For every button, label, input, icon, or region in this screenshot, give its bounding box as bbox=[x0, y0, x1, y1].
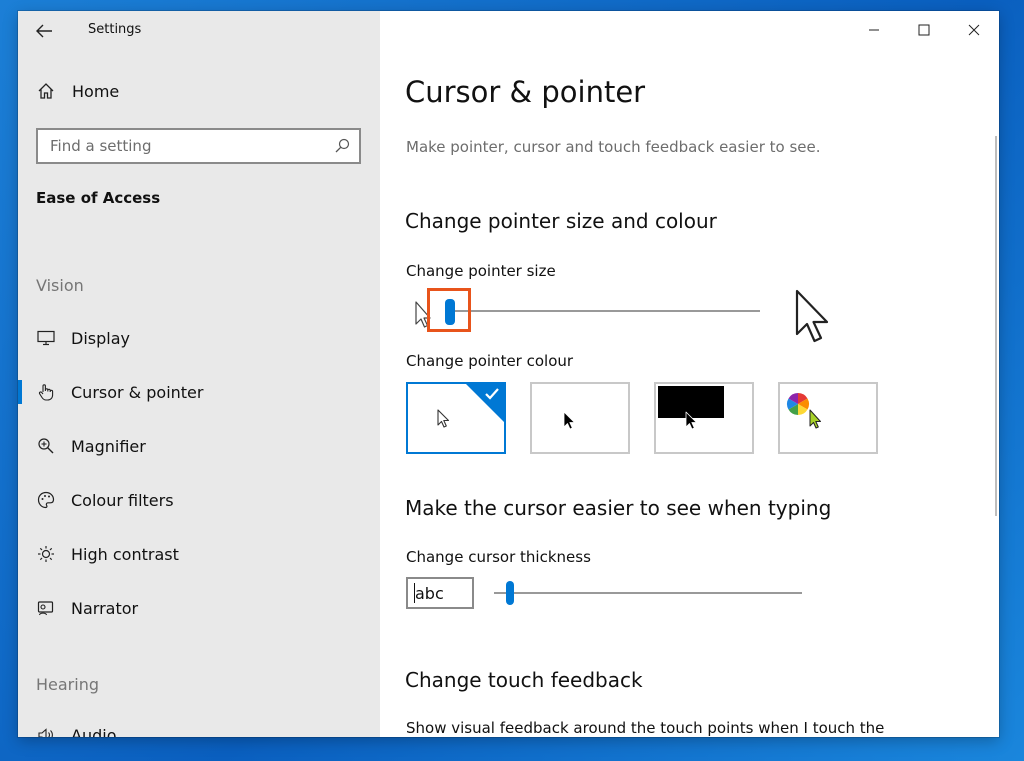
pointer-size-track[interactable] bbox=[452, 310, 760, 312]
sidebar-item-label: Cursor & pointer bbox=[71, 382, 204, 402]
pointer-colour-white[interactable] bbox=[406, 382, 506, 454]
hand-pointer-icon bbox=[36, 383, 56, 401]
touch-feedback-description: Show visual feedback around the touch po… bbox=[406, 719, 885, 737]
magnifier-icon bbox=[36, 437, 56, 455]
black-pointer-icon bbox=[563, 411, 575, 430]
sidebar-item-colour-filters[interactable]: Colour filters bbox=[18, 479, 380, 521]
maximize-button[interactable] bbox=[899, 11, 949, 49]
touch-section-heading: Change touch feedback bbox=[405, 668, 643, 692]
maximize-icon bbox=[918, 24, 930, 36]
home-label: Home bbox=[72, 81, 120, 101]
search-input[interactable] bbox=[38, 130, 325, 162]
sidebar-item-label: High contrast bbox=[71, 544, 179, 564]
sidebar-item-display[interactable]: Display bbox=[18, 317, 380, 359]
colour-wheel-icon bbox=[787, 393, 809, 415]
group-label-hearing: Hearing bbox=[36, 675, 99, 694]
sidebar-item-audio[interactable]: Audio bbox=[18, 714, 380, 737]
window-controls bbox=[849, 11, 999, 49]
cursor-preview-text: abc bbox=[415, 583, 444, 603]
app-title: Settings bbox=[88, 22, 142, 37]
pointer-colour-black[interactable] bbox=[530, 382, 630, 454]
cursor-section-heading: Make the cursor easier to see when typin… bbox=[405, 496, 832, 520]
pointer-size-thumb[interactable] bbox=[445, 299, 455, 325]
large-pointer-icon bbox=[795, 289, 829, 343]
sidebar-item-narrator[interactable]: Narrator bbox=[18, 587, 380, 629]
sidebar-item-label: Audio bbox=[71, 725, 117, 738]
group-label-vision: Vision bbox=[36, 276, 84, 295]
narrator-icon bbox=[36, 599, 56, 617]
main-content: Cursor & pointer Make pointer, cursor an… bbox=[380, 11, 999, 737]
cursor-thickness-thumb[interactable] bbox=[506, 581, 514, 605]
scrollbar[interactable] bbox=[995, 136, 997, 516]
cursor-thickness-track[interactable] bbox=[494, 592, 802, 594]
search-icon bbox=[335, 138, 350, 153]
cursor-thickness-label: Change cursor thickness bbox=[406, 548, 591, 566]
cursor-thickness-preview: abc bbox=[406, 577, 474, 609]
sidebar-item-high-contrast[interactable]: High contrast bbox=[18, 533, 380, 575]
monitor-icon bbox=[36, 330, 56, 346]
sidebar-item-cursor-pointer[interactable]: Cursor & pointer bbox=[18, 371, 380, 413]
custom-pointer-icon bbox=[809, 409, 821, 429]
pointer-colour-custom[interactable] bbox=[778, 382, 878, 454]
close-icon bbox=[968, 24, 980, 36]
pointer-section-heading: Change pointer size and colour bbox=[405, 209, 717, 233]
sidebar-item-label: Display bbox=[71, 328, 130, 348]
palette-icon bbox=[36, 491, 56, 509]
minimize-icon bbox=[869, 29, 879, 31]
pointer-size-label: Change pointer size bbox=[406, 262, 556, 280]
sidebar: Settings Home Ease of Access Vision Di bbox=[18, 11, 380, 737]
inverted-pointer-icon bbox=[685, 411, 697, 430]
section-title: Ease of Access bbox=[36, 189, 161, 207]
close-button[interactable] bbox=[949, 11, 999, 49]
page-description: Make pointer, cursor and touch feedback … bbox=[406, 138, 821, 156]
search-button[interactable] bbox=[325, 137, 359, 155]
settings-window: Settings Home Ease of Access Vision Di bbox=[18, 11, 999, 737]
home-icon bbox=[38, 83, 54, 99]
pointer-colour-inverted[interactable] bbox=[654, 382, 754, 454]
sidebar-item-magnifier[interactable]: Magnifier bbox=[18, 425, 380, 467]
back-button[interactable] bbox=[32, 19, 56, 43]
sidebar-item-label: Narrator bbox=[71, 598, 139, 618]
checkmark-icon bbox=[485, 388, 499, 400]
pointer-colour-label: Change pointer colour bbox=[406, 352, 574, 370]
minimize-button[interactable] bbox=[849, 11, 899, 49]
sidebar-item-label: Colour filters bbox=[71, 490, 174, 510]
title-bar-left: Settings bbox=[18, 11, 380, 49]
white-pointer-icon bbox=[437, 409, 450, 428]
back-arrow-icon bbox=[36, 24, 52, 38]
home-link[interactable]: Home bbox=[36, 81, 119, 101]
sun-icon bbox=[36, 545, 56, 563]
speaker-icon bbox=[36, 726, 56, 737]
page-title: Cursor & pointer bbox=[405, 75, 646, 109]
sidebar-item-label: Magnifier bbox=[71, 436, 146, 456]
search-box bbox=[36, 128, 361, 164]
